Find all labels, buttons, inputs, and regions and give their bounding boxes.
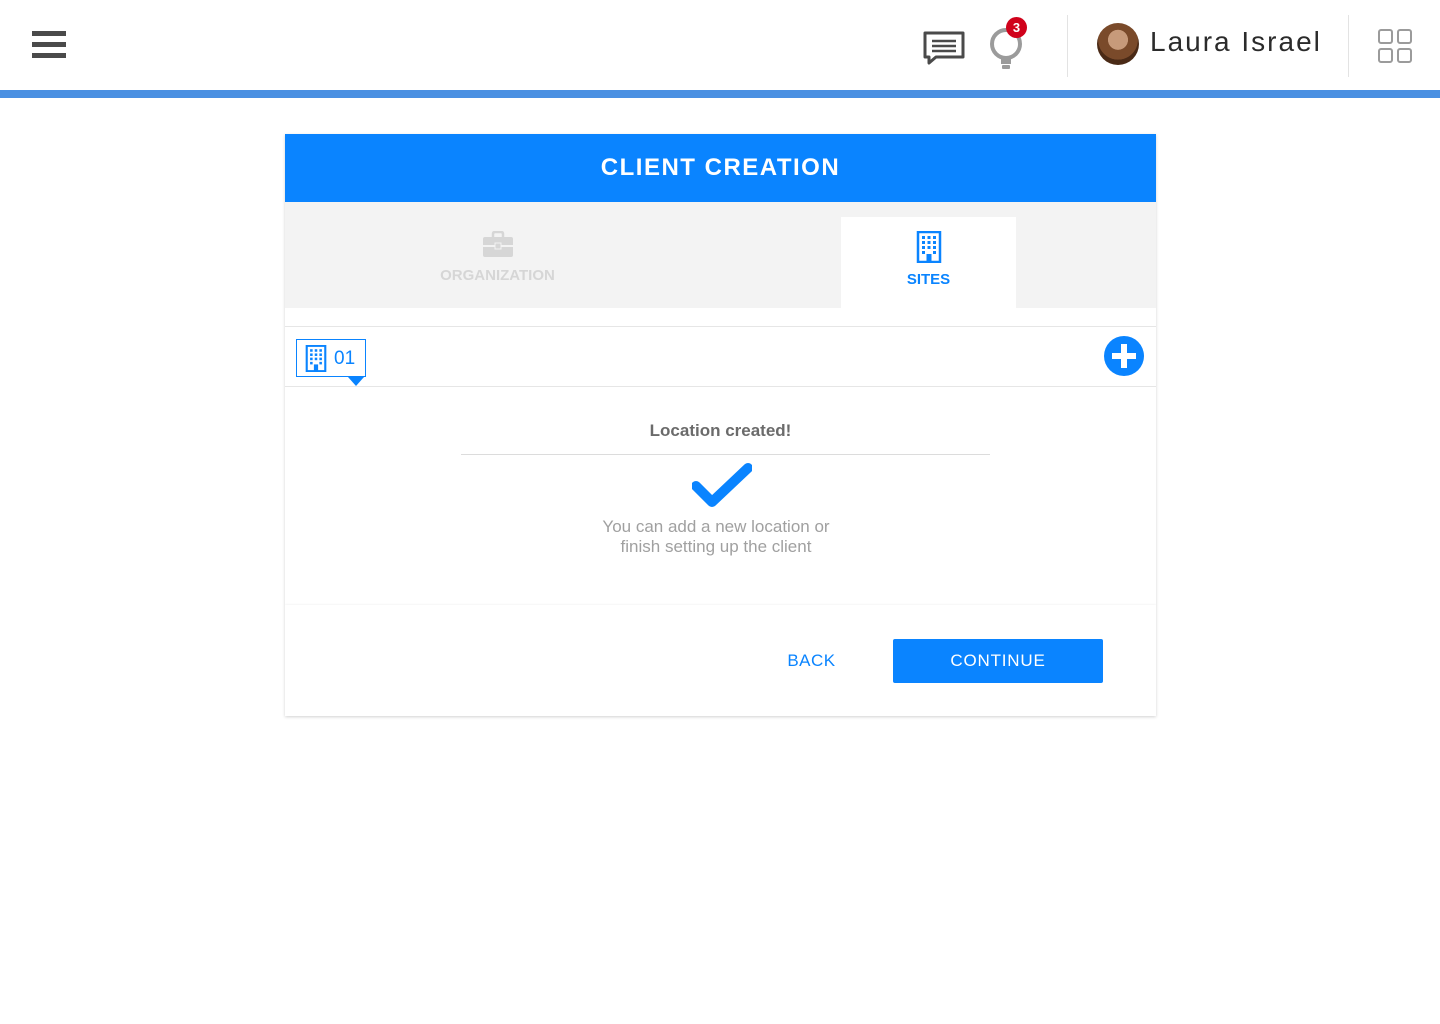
divider bbox=[461, 454, 990, 455]
chat-icon[interactable] bbox=[922, 30, 966, 66]
tab-organization[interactable]: ORGANIZATION bbox=[385, 217, 610, 308]
notification-badge: 3 bbox=[1006, 17, 1027, 38]
briefcase-icon bbox=[482, 231, 513, 257]
divider bbox=[1348, 15, 1349, 77]
tab-organization-label: ORGANIZATION bbox=[440, 267, 555, 284]
user-name[interactable]: Laura Israel bbox=[1150, 26, 1322, 58]
success-title: Location created! bbox=[649, 421, 792, 440]
continue-button[interactable]: CONTINUE bbox=[893, 639, 1103, 683]
top-bar: 3 Laura Israel bbox=[0, 0, 1440, 90]
menu-icon[interactable] bbox=[32, 31, 66, 59]
tab-sites-label: SITES bbox=[906, 271, 951, 288]
plus-circle-icon[interactable] bbox=[1103, 335, 1145, 377]
avatar[interactable] bbox=[1097, 23, 1139, 65]
building-icon bbox=[916, 231, 941, 263]
sites-bar: 01 bbox=[285, 326, 1156, 387]
divider bbox=[1067, 15, 1068, 77]
client-creation-card: CLIENT CREATION ORGANIZATION SITES 01 Lo… bbox=[285, 134, 1156, 605]
selected-pointer bbox=[348, 377, 364, 386]
back-button[interactable]: BACK bbox=[765, 639, 858, 683]
site-number: 01 bbox=[334, 348, 356, 369]
building-icon bbox=[305, 345, 327, 372]
success-message-line1: You can add a new location or bbox=[602, 517, 830, 536]
tabs-bar: ORGANIZATION SITES bbox=[285, 202, 1156, 308]
site-chip-01[interactable]: 01 bbox=[296, 339, 366, 386]
tab-sites[interactable]: SITES bbox=[841, 217, 1016, 308]
header-accent-bar bbox=[0, 90, 1440, 98]
apps-grid-icon[interactable] bbox=[1378, 29, 1412, 63]
success-message-line2: finish setting up the client bbox=[620, 537, 812, 556]
card-title: CLIENT CREATION bbox=[285, 134, 1156, 202]
card-footer: BACK CONTINUE bbox=[285, 605, 1156, 716]
success-message: You can add a new location or finish set… bbox=[285, 517, 1147, 557]
checkmark-icon bbox=[692, 463, 752, 507]
